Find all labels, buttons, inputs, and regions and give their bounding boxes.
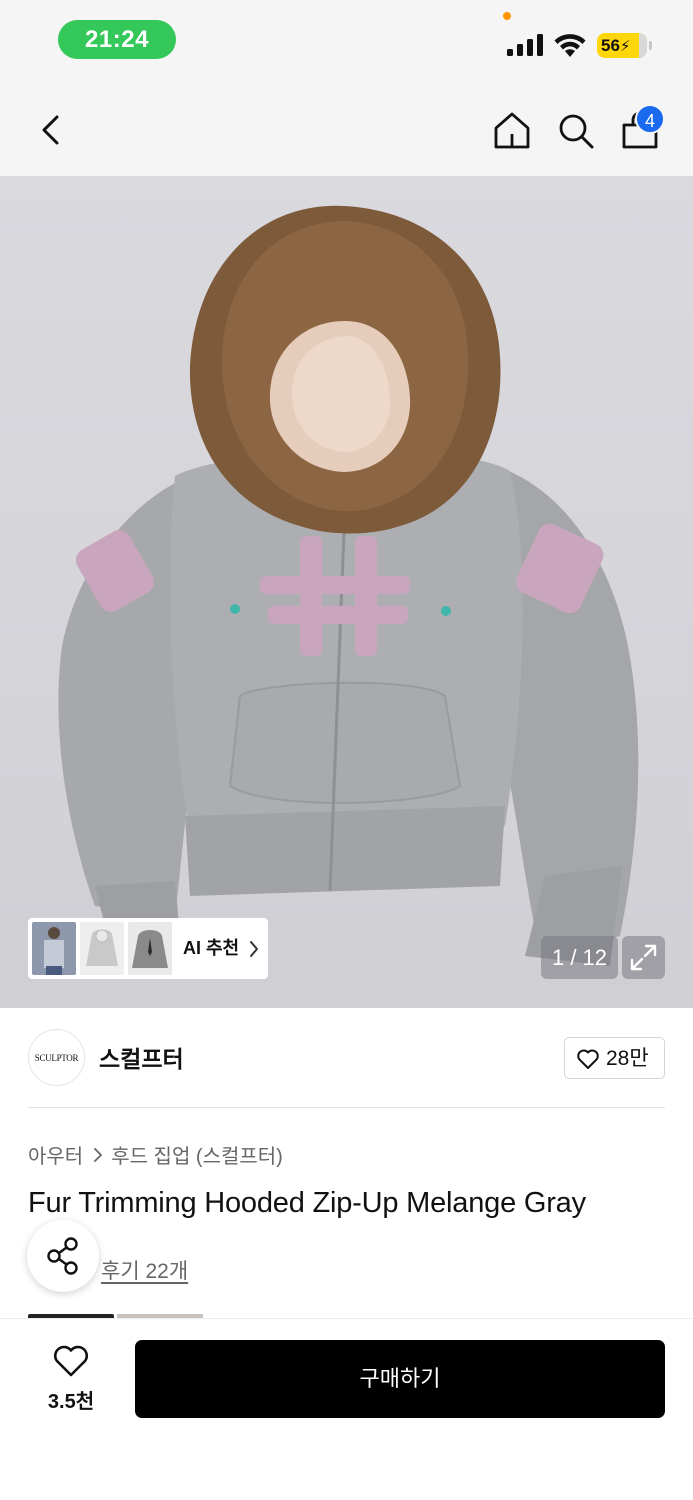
wishlist-count: 3.5천 xyxy=(47,1391,95,1413)
top-nav-bar xyxy=(0,85,693,176)
chevron-right-icon xyxy=(94,1147,103,1162)
brand-name[interactable]: 스컬프터 xyxy=(99,1040,184,1074)
buy-button[interactable]: 구매하기 xyxy=(135,1340,665,1418)
home-icon[interactable] xyxy=(490,109,534,153)
expand-arrows-icon xyxy=(630,944,657,971)
battery-tip xyxy=(649,41,652,50)
share-button[interactable] xyxy=(27,1220,99,1292)
battery-charging-icon: 56⚡ xyxy=(597,33,647,58)
battery-level: 56 xyxy=(601,36,620,55)
heart-outline-icon xyxy=(577,1049,599,1069)
brand-like-count: 28만 xyxy=(606,1047,649,1070)
review-link[interactable]: 후기 22개 xyxy=(101,1255,188,1285)
breadcrumb: 아우터 후드 집업 (스컬프터) xyxy=(28,1140,283,1169)
ai-thumbnail-2 xyxy=(80,922,124,975)
expand-image-button[interactable] xyxy=(622,936,665,979)
share-icon xyxy=(47,1237,78,1275)
chevron-right-icon xyxy=(250,941,258,957)
privacy-indicator-dot xyxy=(503,12,511,20)
brand-like-button[interactable]: 28만 xyxy=(564,1037,665,1079)
wifi-icon xyxy=(554,34,586,57)
product-photo-hoodie xyxy=(58,205,639,966)
status-bar: 21:24 56⚡ xyxy=(0,0,693,85)
product-image-gallery[interactable]: AI 추천 1 / 12 xyxy=(0,176,693,1008)
cart-count-badge: 4 xyxy=(635,104,665,134)
breadcrumb-category[interactable]: 아우터 xyxy=(28,1140,83,1169)
product-title: Fur Trimming Hooded Zip-Up Melange Gray xyxy=(28,1187,586,1219)
breadcrumb-subcategory[interactable]: 후드 집업 (스컬프터) xyxy=(111,1140,283,1169)
ai-thumbnail-1 xyxy=(32,922,76,975)
ai-recommend-button[interactable]: AI 추천 xyxy=(28,918,268,979)
brand-logo[interactable]: SCULPTOR xyxy=(28,1029,85,1086)
image-page-counter: 1 / 12 xyxy=(541,936,618,979)
status-time: 21:24 xyxy=(58,20,176,59)
cellular-signal-icon xyxy=(507,34,543,56)
section-divider xyxy=(28,1107,665,1108)
ai-thumbnail-3 xyxy=(128,922,172,975)
back-chevron-icon[interactable] xyxy=(30,109,74,153)
heart-outline-icon[interactable] xyxy=(52,1344,90,1378)
search-icon[interactable] xyxy=(554,109,598,153)
ai-recommend-label: AI 추천 xyxy=(183,938,240,958)
